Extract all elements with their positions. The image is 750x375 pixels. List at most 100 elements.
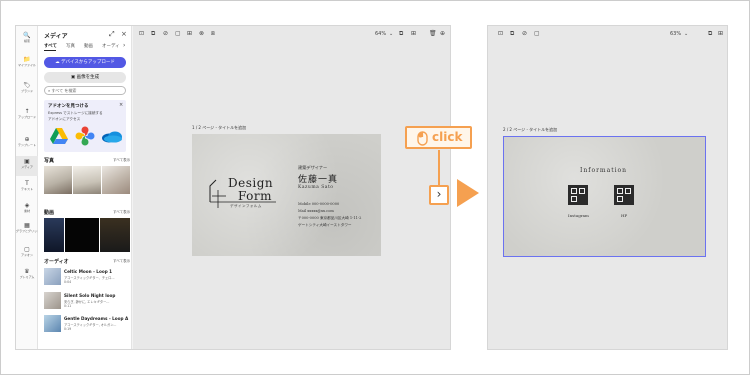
audio-meta: アコースティックギター、チェロ... [64, 276, 115, 280]
page-label: 1 / 2 ページ - タイトルを追加 [192, 125, 247, 130]
addon-desc-1: Express でストレージに接続する [48, 111, 103, 115]
rail-item-addons[interactable]: ▢ アドオン [16, 246, 38, 257]
elements-icon: ◈ [24, 202, 30, 209]
rail-item-premium[interactable]: ♛ プレミアム [16, 268, 38, 279]
job-title: 建築デザイナー [298, 165, 328, 170]
instagram-qr-code [568, 185, 588, 205]
zoom-level[interactable]: 64% [375, 31, 386, 37]
rail-item-my-files[interactable]: 📁 マイファイル [16, 56, 38, 67]
crop-icon[interactable]: ⊡ [498, 30, 503, 37]
audio-see-all-link[interactable]: すべて表示 [113, 259, 130, 264]
rail-label: マイファイル [17, 63, 36, 67]
frame-icon[interactable]: ▢ [175, 30, 181, 37]
pages-icon[interactable]: ⧉ [399, 30, 403, 38]
link-icon[interactable]: ⊘ [163, 30, 168, 37]
business-card-back[interactable]: Information Instagram HP [503, 136, 706, 257]
grid-view-icon[interactable]: ⊞ [411, 30, 416, 37]
tab-videos[interactable]: 動画 [84, 43, 93, 49]
videos-section-label: 動画 [44, 210, 55, 216]
next-page-button[interactable]: › [429, 185, 449, 205]
close-icon[interactable]: × [119, 102, 123, 108]
grid-icon[interactable]: ⊞ [187, 30, 192, 37]
grid-view-icon[interactable]: ⊞ [718, 30, 723, 37]
rail-label: ブランド [20, 89, 33, 93]
person-name-romaji: Kazuma Sato [298, 185, 334, 190]
rail-item-media[interactable]: ▣ メディア [16, 156, 38, 176]
chevron-down-icon[interactable]: ⌄ [684, 31, 688, 37]
addon-title: アドオンを見つける [48, 104, 89, 109]
photo-thumbnail[interactable] [73, 166, 101, 194]
audio-section-label: オーディオ [44, 259, 69, 265]
audio-list-item[interactable]: Gentle Daydreams - Loop A アコースティックギター, オ… [44, 315, 128, 335]
audio-meta: アコースティックギター, オルガン... [64, 323, 117, 327]
photos-section-label: 写真 [44, 158, 55, 164]
crop-icon[interactable]: ⊡ [139, 30, 144, 37]
audio-duration: 0:04 [64, 280, 72, 284]
audio-list-item[interactable]: Celtic Moon - Loop 1 アコースティックギター、チェロ... … [44, 268, 126, 288]
trash-icon[interactable]: 🗑 [429, 30, 437, 37]
tab-underline [44, 50, 56, 51]
photo-thumbnail[interactable] [44, 166, 72, 194]
expand-icon[interactable]: ⤢ [109, 30, 115, 39]
rail-item-brand[interactable]: 🏷 ブランド [16, 82, 38, 93]
rail-item-elements[interactable]: ◈ 素材 [16, 202, 38, 213]
rail-item-grid[interactable]: ▦ グラフとグリッド [16, 222, 40, 233]
photo-thumbnail[interactable] [102, 166, 130, 194]
addon-promo-card: アドオンを見つける × Express でストレージに接続する アドオンにアクセ… [44, 100, 126, 152]
audio-title: Celtic Moon - Loop 1 [64, 269, 113, 274]
rail-label: プレミアム [19, 275, 35, 279]
video-thumbnail[interactable] [65, 218, 99, 252]
tab-all[interactable]: すべて [44, 43, 57, 49]
audio-duration: 0:11 [64, 304, 72, 308]
rail-label: メディア [21, 165, 33, 169]
info-heading: Information [580, 167, 628, 174]
media-icon: ▣ [24, 158, 30, 165]
pages-icon[interactable]: ⧉ [708, 30, 712, 38]
link-icon[interactable]: ⊘ [522, 30, 527, 37]
audio-thumbnail [44, 268, 61, 285]
upload-from-device-button[interactable]: ☁ デバイスからアップロード [44, 57, 126, 68]
rail-item-search[interactable]: 🔍 検索 [16, 32, 38, 43]
zoom-level[interactable]: 63% [670, 31, 681, 37]
click-label: click [432, 130, 463, 144]
editor-canvas-page-2: ⊡ ⧉ ⊘ ▢ 63% ⌄ ⧉ ⊞ 2 / 2 ページ - タイトルを追加 In… [487, 25, 728, 350]
duplicate-icon[interactable]: ⧉ [510, 30, 514, 38]
addon-desc-2: アドオンにアクセス [48, 117, 81, 121]
resize-icon[interactable]: ⧈ [211, 30, 215, 38]
screenshot-root: 🔍 検索 📁 マイファイル 🏷 ブランド ↑ アップロード ⊕ テンプレート ▣ メディア … [0, 0, 750, 375]
panel-title: メディア [44, 33, 68, 40]
audio-list-item[interactable]: Silent Solo Night loop 安らぎ, 静かに, エレキギター.… [44, 292, 126, 312]
business-card-front[interactable]: Design Form デザインフォルム 建築デザイナー 佐藤一真 Kazuma… [192, 134, 381, 256]
editor-window: 🔍 検索 📁 マイファイル 🏷 ブランド ↑ アップロード ⊕ テンプレート ▣ メディア … [15, 25, 451, 350]
paint-icon[interactable]: ⊗ [199, 30, 204, 37]
mobile-number: Mobile 000-0000-0000 [298, 202, 340, 206]
frame-icon[interactable]: ▢ [534, 30, 540, 37]
photos-see-all-link[interactable]: すべて表示 [113, 158, 130, 163]
close-icon[interactable]: × [121, 30, 127, 38]
search-input[interactable]: ⌕ すべて を検索 [44, 86, 126, 95]
google-drive-icon[interactable] [49, 127, 69, 145]
chevron-right-icon[interactable]: › [123, 42, 125, 49]
upload-icon: ↑ [24, 108, 30, 115]
rail-label: 素材 [23, 209, 30, 213]
audio-duration: 0:19 [64, 327, 72, 331]
rail-item-templates[interactable]: ⊕ テンプレート [16, 136, 38, 147]
videos-see-all-link[interactable]: すべて表示 [113, 210, 130, 215]
tab-photos[interactable]: 写真 [66, 43, 75, 49]
canvas-area: ⊡ ⧉ ⊘ ▢ ⊞ ⊗ ⧈ 64% ⌄ ⧉ ⊞ 🗑 ⊕ 1 / 2 ページ - … [133, 26, 450, 349]
generate-image-button[interactable]: ▣ 画像を生成 [44, 72, 126, 83]
add-page-icon[interactable]: ⊕ [440, 30, 445, 37]
video-thumbnail[interactable] [100, 218, 130, 252]
google-photos-icon[interactable] [75, 126, 95, 146]
rail-item-upload[interactable]: ↑ アップロード [16, 108, 38, 119]
page-label: 2 / 2 ページ - タイトルを追加 [503, 127, 558, 132]
media-panel: メディア ⤢ × すべて 写真 動画 オーディ › ☁ デバイスからアップロード… [38, 26, 132, 349]
video-thumbnail[interactable] [44, 218, 64, 252]
duplicate-icon[interactable]: ⧉ [151, 30, 155, 38]
onedrive-icon[interactable] [101, 130, 123, 143]
hp-label: HP [621, 213, 628, 218]
tab-audio[interactable]: オーディ [102, 43, 120, 49]
rail-label: テンプレート [18, 143, 36, 147]
rail-item-text[interactable]: T テキスト [16, 180, 38, 191]
chevron-down-icon[interactable]: ⌄ [389, 31, 393, 37]
